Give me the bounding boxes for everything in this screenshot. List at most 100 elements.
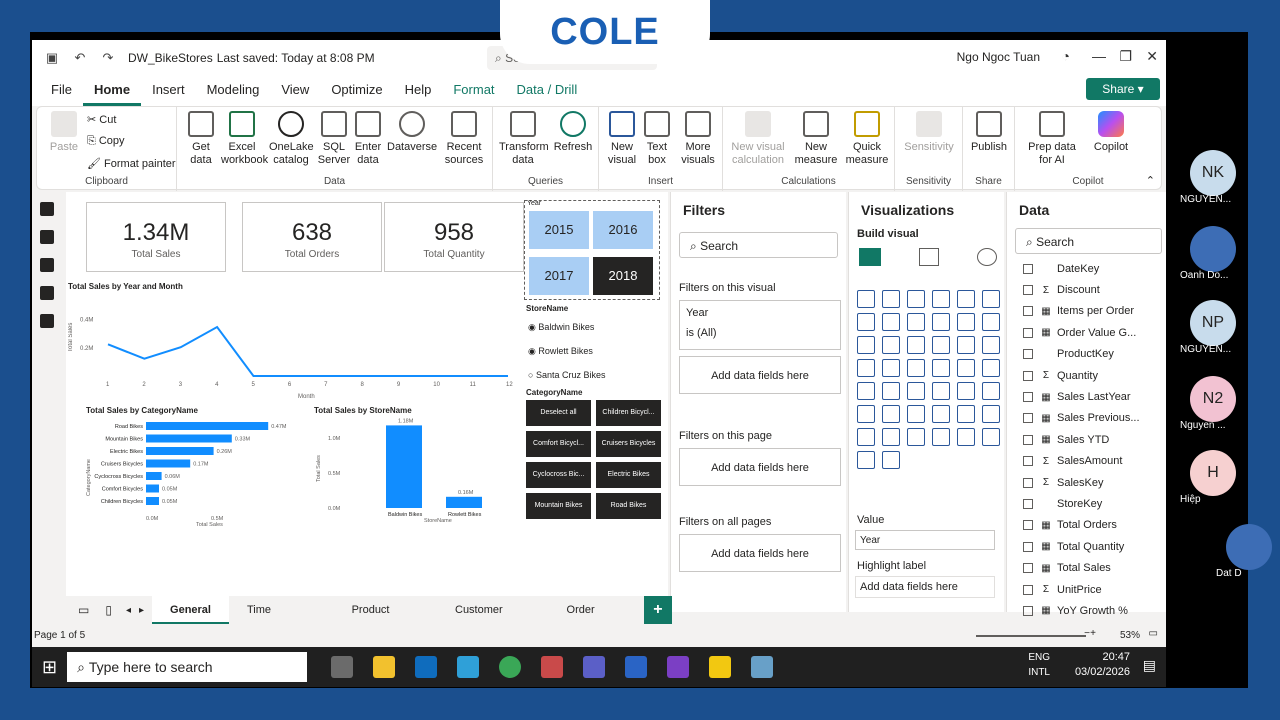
file-explorer-icon[interactable] [373, 656, 396, 678]
visual-type-icon[interactable] [957, 313, 975, 331]
field-checkbox[interactable] [1023, 327, 1033, 338]
visual-type-icon[interactable] [907, 359, 925, 377]
dax-query-icon[interactable] [40, 286, 54, 300]
field-checkbox[interactable] [1023, 520, 1033, 531]
visual-type-icon[interactable] [882, 428, 900, 446]
category-button[interactable]: Road Bikes [596, 493, 661, 519]
menu-modeling[interactable]: Modeling [196, 76, 271, 106]
category-button[interactable]: Cyclocross Bic... [526, 462, 591, 488]
refresh-button[interactable]: Refresh [551, 111, 595, 154]
data-field[interactable]: Σ UnitPrice [1007, 579, 1166, 600]
format-painter-button[interactable]: 🖌 Format painter [87, 157, 176, 170]
add-page-button[interactable]: + [643, 596, 672, 624]
value-field[interactable]: Year [855, 530, 995, 550]
tab-general[interactable]: General [152, 596, 229, 624]
paste-button[interactable]: Paste [47, 111, 81, 154]
table-view-icon[interactable] [40, 230, 54, 244]
quick-measure-button[interactable]: Quick measure [843, 111, 891, 167]
close-icon[interactable]: ✕ [1146, 48, 1158, 65]
data-field[interactable]: Σ Quantity [1007, 365, 1166, 386]
store-option[interactable]: ◉ Baldwin Bikes [528, 322, 594, 333]
data-field[interactable]: Σ SalesKey [1007, 472, 1166, 493]
sensitivity-button[interactable]: Sensitivity [899, 111, 959, 154]
line-chart[interactable]: 0.2M0.4M1 2 3 4 5 6 7 8 9 10 11 12MonthTotal Sales [68, 292, 518, 400]
fit-page-icon[interactable]: ▭ [1149, 628, 1158, 639]
visual-type-icon[interactable] [857, 313, 875, 331]
redo-icon[interactable]: ↷ [100, 50, 116, 66]
recent-sources-button[interactable]: Recent sources [439, 111, 489, 167]
visual-type-icon[interactable] [932, 359, 950, 377]
zoom-in-icon[interactable]: + [1090, 628, 1096, 639]
menu-file[interactable]: File [40, 76, 83, 106]
visual-type-icon[interactable] [857, 336, 875, 354]
visual-type-icon[interactable] [907, 382, 925, 400]
visual-type-icon[interactable] [907, 313, 925, 331]
field-checkbox[interactable] [1023, 413, 1033, 424]
data-field[interactable]: ▦ YoY Growth % [1007, 600, 1166, 621]
data-field[interactable]: ▦ Items per Order [1007, 301, 1166, 322]
publish-button[interactable]: Publish [967, 111, 1011, 154]
category-button[interactable]: Children Bicycl... [596, 400, 661, 426]
participant-avatar[interactable]: N2 [1190, 376, 1236, 422]
visual-type-icon[interactable] [982, 382, 1000, 400]
ssms-icon[interactable] [625, 656, 648, 678]
data-field[interactable]: ▦ Sales LastYear [1007, 386, 1166, 407]
add-highlight-field[interactable]: Add data fields here [855, 576, 995, 598]
visual-type-icon[interactable] [907, 290, 925, 308]
undo-icon[interactable]: ↶ [72, 50, 88, 66]
category-bar-chart[interactable]: Road Bikes 0.47M Mountain Bikes 0.33M Electr… [84, 416, 294, 526]
save-icon[interactable]: ▣ [44, 50, 60, 66]
model-view-icon[interactable] [40, 258, 54, 272]
visual-studio-icon[interactable] [667, 656, 690, 678]
excel-button[interactable]: Excel workbook [221, 111, 268, 167]
zoom-out-icon[interactable]: − [1084, 628, 1090, 639]
year-slicer[interactable]: Year 2015 2016 2017 2018 [524, 200, 660, 300]
data-field[interactable]: StoreKey [1007, 493, 1166, 514]
format-visual-icon[interactable] [919, 248, 939, 266]
new-measure-button[interactable]: New measure [791, 111, 841, 167]
data-field[interactable]: ▦ Total Orders [1007, 515, 1166, 536]
taskbar-search[interactable]: ⌕ Type here to search [67, 652, 308, 682]
visual-type-icon[interactable] [882, 451, 900, 469]
category-button[interactable]: Mountain Bikes [526, 493, 591, 519]
task-view-icon[interactable] [331, 656, 354, 678]
sql-button[interactable]: SQL Server [317, 111, 351, 167]
visual-type-icon[interactable] [882, 336, 900, 354]
build-visual-icon[interactable] [859, 248, 881, 266]
visual-type-icon[interactable] [857, 382, 875, 400]
visual-type-icon[interactable] [857, 451, 875, 469]
visual-type-icon[interactable] [882, 290, 900, 308]
clock[interactable]: 20:47 03/02/2026 [1075, 650, 1130, 680]
dataverse-button[interactable]: Dataverse [387, 111, 437, 154]
visual-type-icon[interactable] [932, 313, 950, 331]
prev-page-icon[interactable]: ◂ [126, 605, 131, 616]
year-filter-card[interactable]: Year is (All) [679, 300, 841, 350]
participant-avatar[interactable] [1226, 524, 1272, 570]
visual-type-icon[interactable] [982, 336, 1000, 354]
field-checkbox[interactable] [1023, 605, 1033, 616]
tab-product-analysis[interactable]: Product Analysis [334, 596, 437, 644]
new-visual-calc-button[interactable]: New visual calculation [727, 111, 789, 167]
copy-button[interactable]: ⎘ Copy [87, 135, 125, 148]
restore-icon[interactable]: ❐ [1119, 48, 1132, 65]
enter-data-button[interactable]: Enter data [353, 111, 383, 167]
visual-type-icon[interactable] [907, 428, 925, 446]
data-field[interactable]: ▦ Total Quantity [1007, 536, 1166, 557]
store-option[interactable]: ○ Santa Cruz Bikes [528, 370, 605, 380]
add-page-filter[interactable]: Add data fields here [679, 448, 841, 486]
onelake-button[interactable]: OneLake catalog [269, 111, 314, 167]
data-field[interactable]: ProductKey [1007, 344, 1166, 365]
data-field[interactable]: DateKey [1007, 258, 1166, 279]
add-visual-filter[interactable]: Add data fields here [679, 356, 841, 394]
language-indicator[interactable]: ENG INTL [1028, 650, 1050, 680]
add-all-filter[interactable]: Add data fields here [679, 534, 841, 572]
data-field[interactable]: ▦ Sales YTD [1007, 429, 1166, 450]
visual-type-icon[interactable] [932, 428, 950, 446]
year-2017[interactable]: 2017 [529, 257, 589, 295]
category-button[interactable]: Cruisers Bicycles [596, 431, 661, 457]
visual-type-icon[interactable] [982, 405, 1000, 423]
filters-search[interactable]: ⌕ Search [679, 232, 838, 258]
more-visuals-button[interactable]: More visuals [677, 111, 719, 167]
visual-type-icon[interactable] [957, 405, 975, 423]
menu-optimize[interactable]: Optimize [320, 76, 393, 106]
